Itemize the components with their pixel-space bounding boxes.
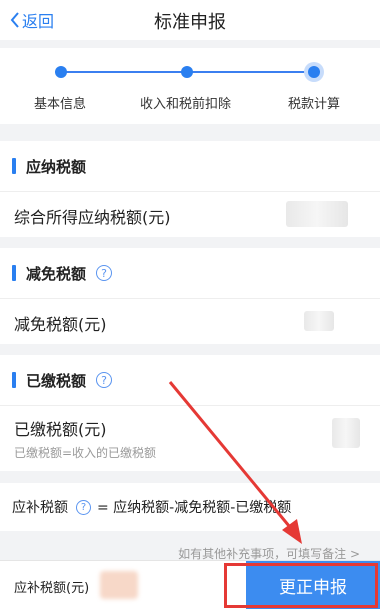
section-header-paid: 已缴税额 ? [0,355,380,405]
help-icon[interactable]: ? [96,372,113,388]
section-bar [12,265,16,281]
section-reduction: 减免税额 ? 减免税额(元) [0,248,380,344]
amount-value-redacted [100,571,138,599]
section-paid: 已缴税额 ? 已缴税额(元) 已缴税额=收入的已缴税额 [0,355,380,471]
section-header-payable: 应纳税额 [0,141,380,191]
row-sub-paid-tax: 已缴税额=收入的已缴税额 [14,446,157,460]
step-label-income-deduction: 收入和税前扣除 [140,97,232,112]
section-title-reduction: 减免税额 [26,264,87,283]
section-bar [12,158,16,174]
section-bar [12,372,16,388]
reduction-amount-redacted [304,311,334,331]
row-reduction-tax[interactable]: 减免税额(元) [0,298,380,344]
bottom-bar: 应补税额(元) 更正申报 [0,560,380,609]
step-label-basic-info: 基本信息 [34,97,87,112]
step-dot-2 [181,66,193,78]
row-payable-tax[interactable]: 综合所得应纳税额(元) [0,191,380,237]
step-label-tax-calculation: 税款计算 [288,97,341,112]
page-title: 标准申报 [154,12,226,33]
formula-label: 应补税额 [12,500,68,516]
step-dot-1 [55,66,67,78]
row-label-paid-tax: 已缴税额(元) [14,420,107,439]
help-icon[interactable]: ? [76,499,91,515]
formula-row: 应补税额 ? = 应纳税额-减免税额-已缴税额 [0,483,380,531]
amount-label: 应补税额(元) [14,581,90,596]
formula-text: = 应纳税额-减免税额-已缴税额 [97,500,292,516]
paid-amount-redacted [332,418,360,448]
section-title-paid: 已缴税额 [26,371,87,390]
correct-declaration-button[interactable]: 更正申报 [246,561,380,609]
section-title-payable: 应纳税额 [26,157,87,176]
help-icon[interactable]: ? [96,265,113,281]
step-dot-3-active [304,62,324,82]
progress-stepper: 基本信息 收入和税前扣除 税款计算 [0,48,380,124]
section-header-reduction: 减免税额 ? [0,248,380,298]
section-payable: 应纳税额 综合所得应纳税额(元) [0,141,380,237]
payable-amount-redacted [286,201,348,227]
row-paid-tax[interactable]: 已缴税额(元) 已缴税额=收入的已缴税额 [0,405,380,471]
nav-bar: 返回 标准申报 [0,0,380,40]
